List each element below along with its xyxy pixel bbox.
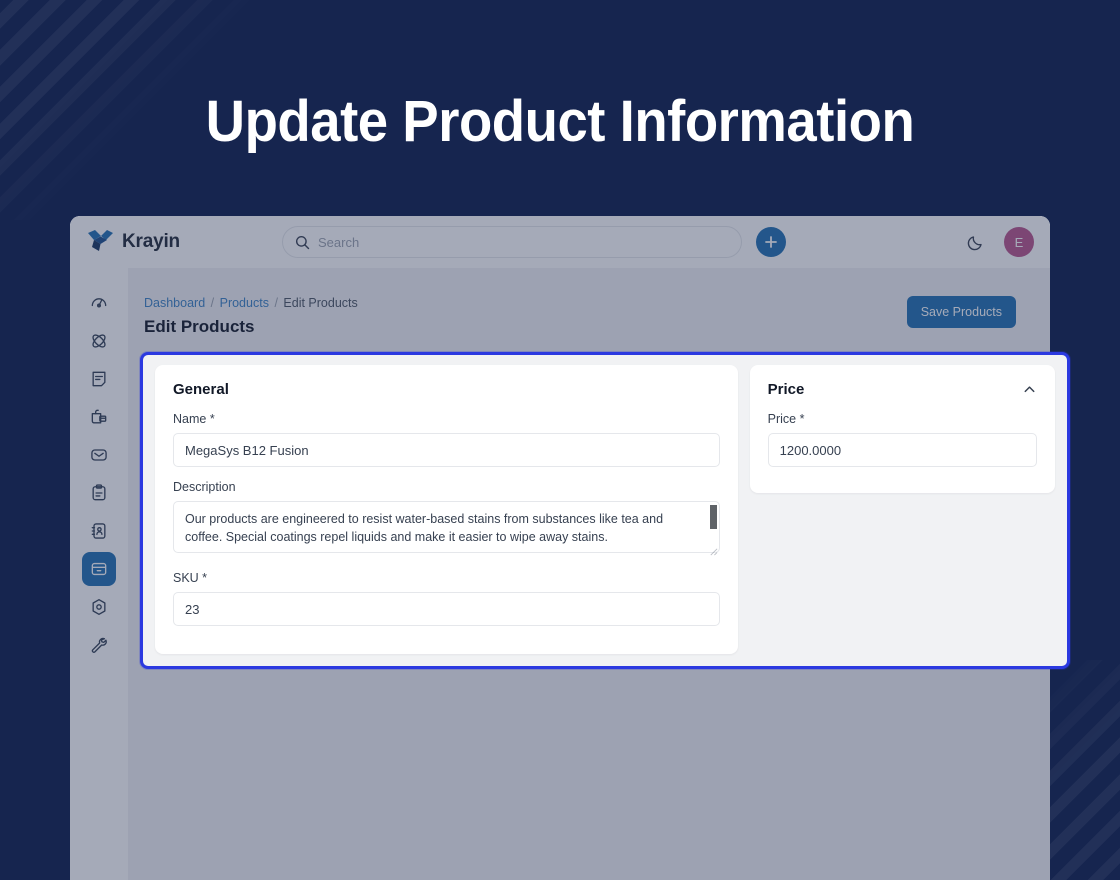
resize-handle-icon[interactable]	[709, 547, 718, 556]
wrench-icon	[91, 637, 107, 653]
form-row: General Name * Description	[143, 355, 1067, 666]
name-input[interactable]	[173, 433, 720, 467]
sidebar-item-dashboard[interactable]	[82, 286, 116, 320]
name-label: Name *	[173, 412, 215, 426]
breadcrumb-separator: /	[210, 296, 215, 310]
general-panel-title: General	[173, 381, 229, 398]
sidebar-item-quotes[interactable]	[82, 362, 116, 396]
description-field-group: Description	[173, 480, 720, 558]
plus-icon	[765, 236, 777, 248]
chevron-up-icon	[1024, 386, 1035, 393]
description-scrollbar[interactable]	[709, 505, 717, 529]
save-products-button[interactable]: Save Products	[906, 296, 1016, 328]
breadcrumb-item-products[interactable]: Products	[220, 296, 269, 310]
krayin-diamond-logo-icon	[88, 230, 113, 251]
search-icon	[295, 235, 310, 249]
sidebar-item-contacts[interactable]	[82, 514, 116, 548]
name-field-group: Name *	[173, 412, 720, 467]
page-header: Dashboard / Products / Edit Products Edi…	[128, 284, 1032, 351]
moon-icon	[967, 236, 982, 251]
sku-input[interactable]	[173, 592, 720, 626]
envelope-icon	[91, 449, 107, 461]
sidebar-item-mail[interactable]	[82, 438, 116, 472]
sku-label: SKU *	[173, 571, 208, 585]
header-actions: E	[966, 227, 1034, 257]
highlighted-form-region: General Name * Description	[140, 352, 1070, 669]
sidebar-item-leads[interactable]	[82, 324, 116, 358]
gauge-icon	[91, 298, 107, 308]
price-panel-collapse-button[interactable]	[1022, 382, 1037, 397]
breadcrumb-item-edit-products: Edit Products	[283, 296, 358, 310]
sidebar-item-configuration[interactable]	[82, 628, 116, 662]
page-title: Edit Products	[144, 317, 255, 336]
description-textarea-wrap	[173, 501, 720, 558]
description-textarea[interactable]	[173, 501, 720, 553]
general-panel: General Name * Description	[155, 365, 738, 654]
breadcrumb: Dashboard / Products / Edit Products	[144, 296, 358, 310]
briefcase-icon	[91, 409, 107, 424]
hexagon-target-icon	[92, 599, 106, 615]
page-header-left: Dashboard / Products / Edit Products Edi…	[144, 296, 358, 337]
general-panel-header: General	[173, 381, 720, 398]
breadcrumb-separator: /	[274, 296, 278, 310]
description-label: Description	[173, 480, 236, 494]
price-label: Price *	[767, 412, 805, 426]
atom-icon	[92, 334, 106, 348]
price-field-group: Price *	[767, 412, 1037, 467]
sidebar-item-products[interactable]	[82, 552, 116, 586]
sidebar-item-activities[interactable]	[82, 476, 116, 510]
box-archive-icon	[91, 562, 107, 576]
price-panel-title: Price	[767, 381, 805, 398]
price-panel: Price Price *	[749, 365, 1055, 493]
price-panel-header: Price	[768, 381, 1037, 398]
price-input[interactable]	[767, 433, 1037, 467]
sidebar-item-deals[interactable]	[82, 400, 116, 434]
contact-book-icon	[91, 523, 106, 539]
page-root: Update Product Information Krayin Search…	[0, 0, 1120, 880]
note-icon	[92, 371, 106, 387]
brand[interactable]: Krayin	[86, 229, 282, 255]
add-button[interactable]	[756, 227, 786, 257]
clipboard-icon	[92, 484, 106, 501]
user-avatar[interactable]: E	[1004, 227, 1034, 257]
sku-field-group: SKU *	[173, 571, 720, 626]
app-header: Krayin Search E	[70, 216, 1050, 268]
search-bar[interactable]	[282, 226, 742, 258]
search-input[interactable]	[318, 234, 718, 250]
brand-name: Krayin	[122, 231, 180, 252]
theme-toggle-button[interactable]	[966, 232, 986, 252]
sidebar	[70, 268, 128, 880]
page-title-banner: Update Product Information	[205, 89, 915, 154]
sidebar-item-settings[interactable]	[82, 590, 116, 624]
breadcrumb-item-dashboard[interactable]: Dashboard	[144, 296, 205, 310]
